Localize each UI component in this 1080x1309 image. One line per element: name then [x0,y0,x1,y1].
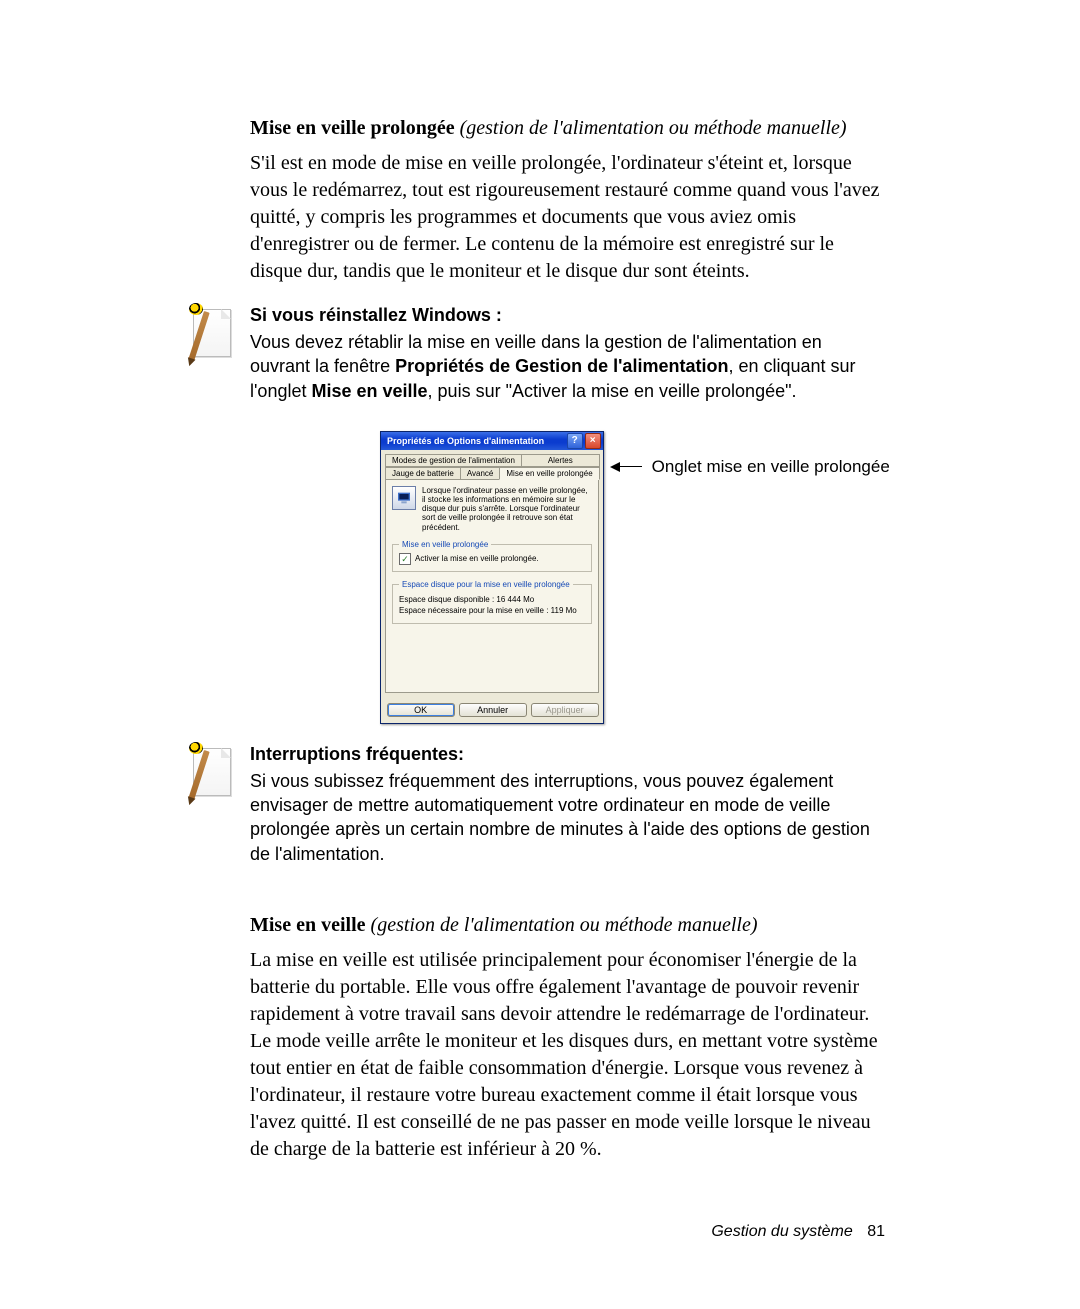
group-hibernate: Mise en veille prolongée ✓ Activer la mi… [392,540,592,572]
group-hibernate-legend: Mise en veille prolongée [399,540,491,549]
callout-hibernate-tab: Onglet mise en veille prolongée [610,457,890,477]
dialog-title: Propriétés de Options d'alimentation [387,436,565,446]
hibernate-icon [392,486,416,510]
note1-title: Si vous réinstallez Windows : [250,305,885,326]
ok-button[interactable]: OK [387,703,455,717]
note2-body: Si vous subissez fréquemment des interru… [250,769,885,866]
footer-section: Gestion du système [711,1223,852,1240]
note1-body: Vous devez rétablir la mise en veille da… [250,330,885,403]
heading-standby-bold: Mise en veille [250,914,366,936]
heading-standby-ital: (gestion de l'alimentation ou méthode ma… [366,914,758,936]
note-icon [193,305,237,361]
footer-page-number: 81 [867,1223,885,1240]
dialog-titlebar[interactable]: Propriétés de Options d'alimentation ? × [381,432,603,450]
group-disk-space-legend: Espace disque pour la mise en veille pro… [399,580,573,589]
checkbox-enable-hibernate[interactable]: ✓ [399,553,411,565]
note1-bold1: Propriétés de Gestion de l'alimentation [395,356,728,376]
note1-post: , puis sur "Activer la mise en veille pr… [428,381,797,401]
arrow-left-icon [610,462,620,472]
checkbox-label: Activer la mise en veille prolongée. [415,554,539,563]
space-required-label: Espace nécessaire pour la mise en veille… [399,606,548,615]
apply-button[interactable]: Appliquer [531,703,599,717]
tab-advanced[interactable]: Avancé [460,467,501,480]
page-footer: Gestion du système 81 [250,1223,885,1241]
space-available-value: 16 444 Mo [496,595,534,604]
body-hibernate: S'il est en mode de mise en veille prolo… [250,150,885,285]
heading-standby: Mise en veille (gestion de l'alimentatio… [250,912,885,939]
heading-hibernate-bold: Mise en veille prolongée [250,117,455,139]
power-options-dialog: Propriétés de Options d'alimentation ? ×… [380,431,604,724]
note2-title: Interruptions fréquentes: [250,744,885,765]
space-available-label: Espace disque disponible : [399,595,494,604]
cancel-button[interactable]: Annuler [459,703,527,717]
callout-label: Onglet mise en veille prolongée [652,457,890,477]
note-icon [193,744,237,800]
help-icon[interactable]: ? [567,433,583,449]
heading-hibernate-ital: (gestion de l'alimentation ou méthode ma… [455,117,847,139]
group-disk-space: Espace disque pour la mise en veille pro… [392,580,592,624]
note1-bold2: Mise en veille [311,381,427,401]
tab-power-schemes[interactable]: Modes de gestion de l'alimentation [385,454,522,467]
close-icon[interactable]: × [585,433,601,449]
dialog-description: Lorsque l'ordinateur passe en veille pro… [422,486,592,532]
tab-alerts[interactable]: Alertes [521,454,600,467]
tab-battery-gauge[interactable]: Jauge de batterie [385,467,461,480]
space-required-value: 119 Mo [551,606,577,615]
body-standby: La mise en veille est utilisée principal… [250,947,885,1163]
tab-hibernate[interactable]: Mise en veille prolongée [499,467,599,480]
heading-hibernate: Mise en veille prolongée (gestion de l'a… [250,115,885,142]
